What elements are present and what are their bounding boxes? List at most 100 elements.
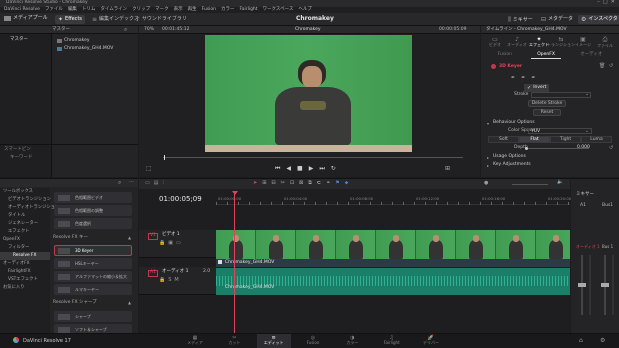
record-icon[interactable]: ● — [484, 180, 488, 186]
search-icon[interactable]: ⌕ — [118, 179, 121, 187]
menu-item[interactable]: DaVinci Resolve — [4, 7, 40, 13]
stroke-dropdown[interactable] — [531, 92, 591, 98]
effect-item[interactable]: 3D Keyer — [54, 245, 132, 256]
video-clip-label-bar[interactable]: Chromakey_GH4.MOV — [216, 259, 570, 267]
viewer-playhead[interactable] — [164, 155, 165, 160]
trim-tool-icon[interactable]: ⊞ — [262, 180, 266, 186]
sound-library-button[interactable]: ♪ サウンドライブラリ — [136, 16, 187, 23]
effect-item[interactable]: 色度選択 — [54, 218, 132, 229]
timeline-ruler[interactable]: 01:00:00:00 01:00:04:00 01:00:08:00 01:00:1… — [216, 191, 602, 205]
master-bin[interactable]: マスター — [10, 37, 28, 43]
effect-item[interactable]: 色相範囲の調整 — [54, 205, 132, 216]
blade-tool-icon[interactable]: ✂ — [281, 180, 285, 186]
fader-bus1-handle[interactable] — [601, 283, 609, 287]
effects-tree-item[interactable]: OpenFX — [0, 236, 50, 244]
menu-item[interactable]: マーク — [155, 7, 169, 13]
window-controls[interactable]: – □ ✕ — [597, 0, 615, 5]
menu-item[interactable]: Fairlight — [240, 7, 258, 13]
timeline-playhead[interactable] — [234, 191, 235, 334]
delete-stroke-button[interactable]: Delete Stroke — [528, 100, 566, 107]
behaviour-options-heading[interactable]: Behaviour Options — [493, 120, 535, 126]
layout-icon[interactable]: ▭ — [145, 180, 150, 186]
monitor-icon[interactable]: ▭ — [176, 240, 181, 246]
inspector-button[interactable]: ⚙ インスペクタ — [578, 15, 619, 24]
effects-tree-item[interactable]: タイトル — [0, 212, 50, 220]
collapse-icon[interactable]: ▲ — [128, 300, 131, 305]
marker-icon[interactable]: ⬥ — [345, 180, 349, 186]
menu-item[interactable]: タイムライン — [100, 7, 127, 13]
picker-icon[interactable]: ✒ — [511, 75, 515, 81]
menu-item[interactable]: ワークスペース — [263, 7, 294, 13]
softness-option[interactable]: Tight — [550, 136, 581, 143]
viewer-scrubber[interactable] — [163, 157, 463, 158]
chevron-down-icon[interactable]: ⌄ — [585, 91, 589, 97]
view-icon[interactable]: ▤ — [154, 180, 159, 186]
effect-item[interactable]: HSLキーヤー — [54, 258, 132, 269]
depth-slider-handle[interactable] — [525, 147, 528, 150]
effect-item[interactable]: 色相範囲ビデオ — [54, 192, 132, 203]
page-tab[interactable]: 🚀 デリバー — [414, 334, 448, 348]
picker-subtract-icon[interactable]: ✒ — [531, 75, 535, 81]
trash-icon[interactable]: 🗑 — [599, 63, 605, 69]
enable-toggle-icon[interactable] — [491, 64, 496, 69]
settings-icon[interactable]: ⫶ — [162, 180, 163, 186]
stop-icon[interactable]: ■ — [297, 165, 303, 173]
metadata-button[interactable]: ⊟ メタデータ — [541, 16, 573, 23]
list-item[interactable]: Chromakey — [57, 38, 90, 44]
search-icon[interactable]: ⌕ — [124, 26, 127, 34]
link-icon[interactable]: ⚭ — [326, 180, 330, 186]
menu-item[interactable]: Fusion — [202, 7, 216, 13]
inspector-tab[interactable]: ⎙ ファイル — [595, 36, 615, 48]
inspector-tab[interactable]: ▣ イメージ — [573, 36, 593, 48]
menu-item[interactable]: 編集 — [68, 7, 77, 13]
reset-icon[interactable]: ↺ — [609, 63, 613, 69]
solo-icon[interactable]: S — [168, 277, 171, 283]
collapse-icon[interactable]: ▾ — [487, 121, 489, 126]
home-icon[interactable]: ⌂ — [579, 337, 583, 344]
replace-icon[interactable]: ⧉ — [308, 180, 312, 186]
page-tab[interactable]: ≡ エディット — [256, 334, 291, 348]
page-tab[interactable]: ✂ カット — [217, 334, 251, 348]
effect-item[interactable]: シャープ — [54, 311, 132, 322]
mute-icon[interactable]: M — [174, 277, 178, 283]
media-pool-button[interactable]: メディアプール — [4, 16, 48, 21]
menu-item[interactable]: 表示 — [174, 7, 183, 13]
reset-button[interactable]: Reset — [533, 109, 561, 116]
effects-tree-item[interactable]: お気に入り — [0, 284, 50, 292]
go-to-end-icon[interactable]: ⏭ — [319, 165, 324, 173]
match-frame-icon[interactable]: ⊞ — [445, 165, 450, 172]
options-icon[interactable]: ⋯ — [129, 179, 134, 185]
go-to-start-icon[interactable]: ⏮ — [275, 165, 280, 173]
depth-value[interactable]: 0.000 — [577, 145, 590, 151]
effects-button[interactable]: ✦ Effects — [55, 15, 86, 24]
zoom-slider[interactable] — [512, 184, 548, 185]
audio-track-lane[interactable]: Chromakey_GH4.MOV — [216, 268, 570, 295]
mixer-button[interactable]: ⫼ ミキサー — [508, 16, 533, 24]
effects-tree-item[interactable]: ジェネレーター — [0, 220, 50, 228]
menu-item[interactable]: トリム — [82, 7, 96, 13]
inspector-subtab[interactable]: オーディオ — [574, 52, 608, 59]
page-tab[interactable]: ▦ メディア — [178, 334, 212, 348]
list-item[interactable]: Chromakey_GH4.MOV — [57, 46, 113, 52]
menu-item[interactable]: カラー — [221, 7, 235, 13]
effects-tree-item[interactable]: FairlightFX — [0, 268, 50, 276]
effects-tree-item[interactable]: オーディオトランジション — [0, 204, 59, 212]
lock-icon[interactable]: 🔒 — [159, 277, 165, 283]
collapse-icon[interactable]: ▲ — [128, 235, 131, 240]
settings-gear-icon[interactable]: ⚙ — [600, 337, 605, 344]
effects-tree-item[interactable]: フィルター — [0, 244, 50, 252]
page-tab[interactable]: ♫ Fairlight — [375, 334, 409, 348]
loop-icon[interactable]: ↻ — [331, 165, 336, 173]
effects-tree-item[interactable]: ビデオトランジション — [0, 196, 51, 204]
video-clip-thumbnails[interactable] — [216, 230, 570, 259]
effects-tree-item[interactable]: オーディオFX — [0, 260, 50, 268]
inspector-subtab[interactable]: OpenFX — [531, 52, 561, 59]
key-adjustments-heading[interactable]: Key Adjustments — [493, 162, 531, 168]
transform-icon[interactable]: ⬚ — [146, 165, 152, 172]
viewer-clip-name[interactable]: Chromakey — [295, 27, 321, 33]
softness-option[interactable]: Soft — [488, 136, 519, 143]
reset-icon[interactable]: ↺ — [609, 145, 613, 151]
dynamic-trim-icon[interactable]: ⊟ — [271, 180, 275, 186]
snapping-icon[interactable]: ⊂ — [317, 180, 321, 186]
inspector-tab[interactable]: ▭ ビデオ — [485, 36, 505, 48]
